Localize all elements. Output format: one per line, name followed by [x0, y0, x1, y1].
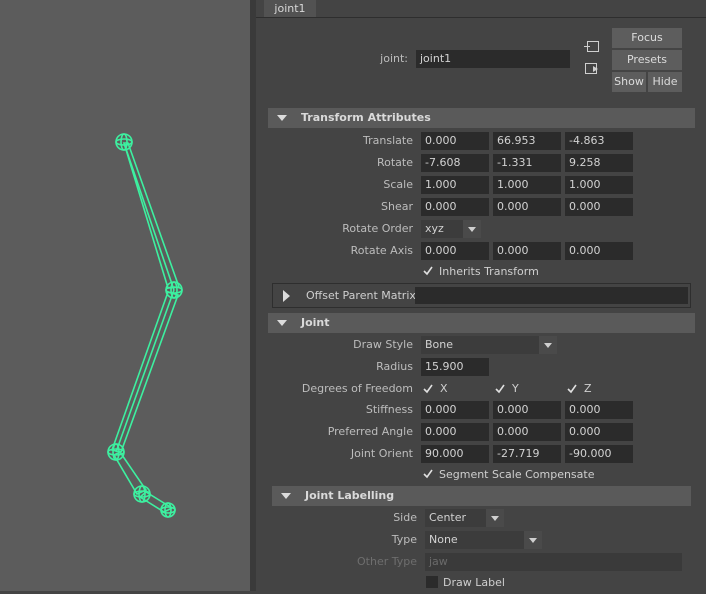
segment-scale-compensate-label: Segment Scale Compensate [439, 468, 595, 481]
draw-label-label: Draw Label [443, 576, 505, 589]
other-type-field[interactable]: jaw [425, 553, 682, 571]
inherits-transform-label: Inherits Transform [439, 265, 539, 278]
offset-parent-matrix-field[interactable] [415, 287, 688, 304]
rotate-axis-z-field[interactable]: 0.000 [565, 242, 633, 260]
focus-button[interactable]: Focus [612, 28, 682, 48]
expand-arrow-icon [283, 290, 290, 302]
show-button[interactable]: Show [612, 72, 646, 92]
rotate-x-field[interactable]: -7.608 [421, 154, 489, 172]
translate-label: Translate [363, 134, 413, 147]
stiffness-x-field[interactable]: 0.000 [421, 401, 489, 419]
preferred-angle-label: Preferred Angle [327, 425, 413, 438]
presets-button[interactable]: Presets [612, 50, 682, 70]
type-label: Type [391, 533, 417, 546]
joint-orient-label: Joint Orient [350, 447, 413, 460]
transform-attributes-header[interactable]: Transform Attributes [268, 108, 695, 128]
draw-style-label: Draw Style [353, 338, 413, 351]
section-title: Joint [301, 316, 330, 329]
dof-label: Degrees of Freedom [301, 382, 413, 395]
radius-field[interactable]: 15.900 [421, 358, 489, 376]
section-title: Transform Attributes [301, 111, 431, 124]
shear-x-field[interactable]: 0.000 [421, 198, 489, 216]
collapse-arrow-icon [277, 115, 287, 121]
chevron-down-icon [524, 531, 542, 549]
shear-z-field[interactable]: 0.000 [565, 198, 633, 216]
translate-x-field[interactable]: 0.000 [421, 132, 489, 150]
rotate-z-field[interactable]: 9.258 [565, 154, 633, 172]
bone-upper [122, 142, 181, 289]
dof-y-label: Y [512, 382, 519, 395]
rotate-axis-x-field[interactable]: 0.000 [421, 242, 489, 260]
side-value: Center [429, 511, 467, 524]
tab-underline [256, 17, 706, 18]
shear-y-field[interactable]: 0.000 [493, 198, 561, 216]
radius-label: Radius [376, 360, 413, 373]
type-value: None [429, 533, 458, 546]
collapse-arrow-icon [281, 493, 291, 499]
draw-style-value: Bone [425, 338, 454, 351]
segment-scale-compensate-checkbox[interactable] [422, 468, 434, 480]
joint-orient-y-field[interactable]: -27.719 [493, 445, 561, 463]
dof-z-label: Z [584, 382, 592, 395]
rotate-order-dropdown[interactable]: xyz [421, 220, 481, 238]
rotate-order-label: Rotate Order [342, 222, 413, 235]
stiffness-z-field[interactable]: 0.000 [565, 401, 633, 419]
preferred-angle-y-field[interactable]: 0.000 [493, 423, 561, 441]
offset-parent-matrix-header[interactable]: Offset Parent Matrix [272, 283, 691, 308]
rotate-axis-label: Rotate Axis [350, 244, 413, 257]
joint-sphere-1 [115, 133, 133, 151]
joint-orient-x-field[interactable]: 90.000 [421, 445, 489, 463]
joint-orient-z-field[interactable]: -90.000 [565, 445, 633, 463]
dof-y-checkbox[interactable] [494, 383, 506, 395]
panel-divider[interactable] [250, 0, 256, 591]
viewport-panel[interactable] [0, 0, 250, 591]
chevron-down-icon [463, 220, 481, 238]
draw-label-checkbox[interactable] [426, 576, 438, 588]
chevron-down-icon [486, 509, 504, 527]
shear-label: Shear [381, 200, 413, 213]
collapse-arrow-icon [277, 320, 287, 326]
joint-chain-view[interactable] [0, 0, 250, 591]
inherits-transform-checkbox[interactable] [422, 265, 434, 277]
bone-middle-edge [115, 289, 175, 453]
stiffness-label: Stiffness [365, 403, 413, 416]
preferred-angle-z-field[interactable]: 0.000 [565, 423, 633, 441]
joint-name-label: joint: [380, 52, 408, 65]
section-title: Offset Parent Matrix [306, 289, 416, 302]
joint-section-header[interactable]: Joint [268, 313, 695, 333]
rotate-order-value: xyz [425, 222, 444, 235]
dof-x-label: X [440, 382, 448, 395]
rotate-label: Rotate [376, 156, 413, 169]
section-title: Joint Labelling [305, 489, 395, 502]
joint-name-field[interactable]: joint1 [416, 50, 570, 68]
rotate-axis-y-field[interactable]: 0.000 [493, 242, 561, 260]
translate-y-field[interactable]: 66.953 [493, 132, 561, 150]
scale-x-field[interactable]: 1.000 [421, 176, 489, 194]
side-dropdown[interactable]: Center [425, 509, 504, 527]
preferred-angle-x-field[interactable]: 0.000 [421, 423, 489, 441]
tab-joint1[interactable]: joint1 [264, 0, 316, 18]
dof-z-checkbox[interactable] [566, 383, 578, 395]
input-connections-icon[interactable] [584, 40, 600, 57]
stiffness-y-field[interactable]: 0.000 [493, 401, 561, 419]
scale-y-field[interactable]: 1.000 [493, 176, 561, 194]
other-type-label: Other Type [357, 555, 417, 568]
rotate-y-field[interactable]: -1.331 [493, 154, 561, 172]
chevron-down-icon [539, 336, 557, 354]
hide-button[interactable]: Hide [648, 72, 682, 92]
scale-z-field[interactable]: 1.000 [565, 176, 633, 194]
scale-label: Scale [383, 178, 413, 191]
translate-z-field[interactable]: -4.863 [565, 132, 633, 150]
output-connections-icon[interactable] [584, 62, 600, 79]
joint-labelling-header[interactable]: Joint Labelling [272, 486, 691, 506]
dof-x-checkbox[interactable] [422, 383, 434, 395]
type-dropdown[interactable]: None [425, 531, 542, 549]
bone-upper-edge [123, 142, 175, 291]
side-label: Side [393, 511, 417, 524]
draw-style-dropdown[interactable]: Bone [421, 336, 557, 354]
